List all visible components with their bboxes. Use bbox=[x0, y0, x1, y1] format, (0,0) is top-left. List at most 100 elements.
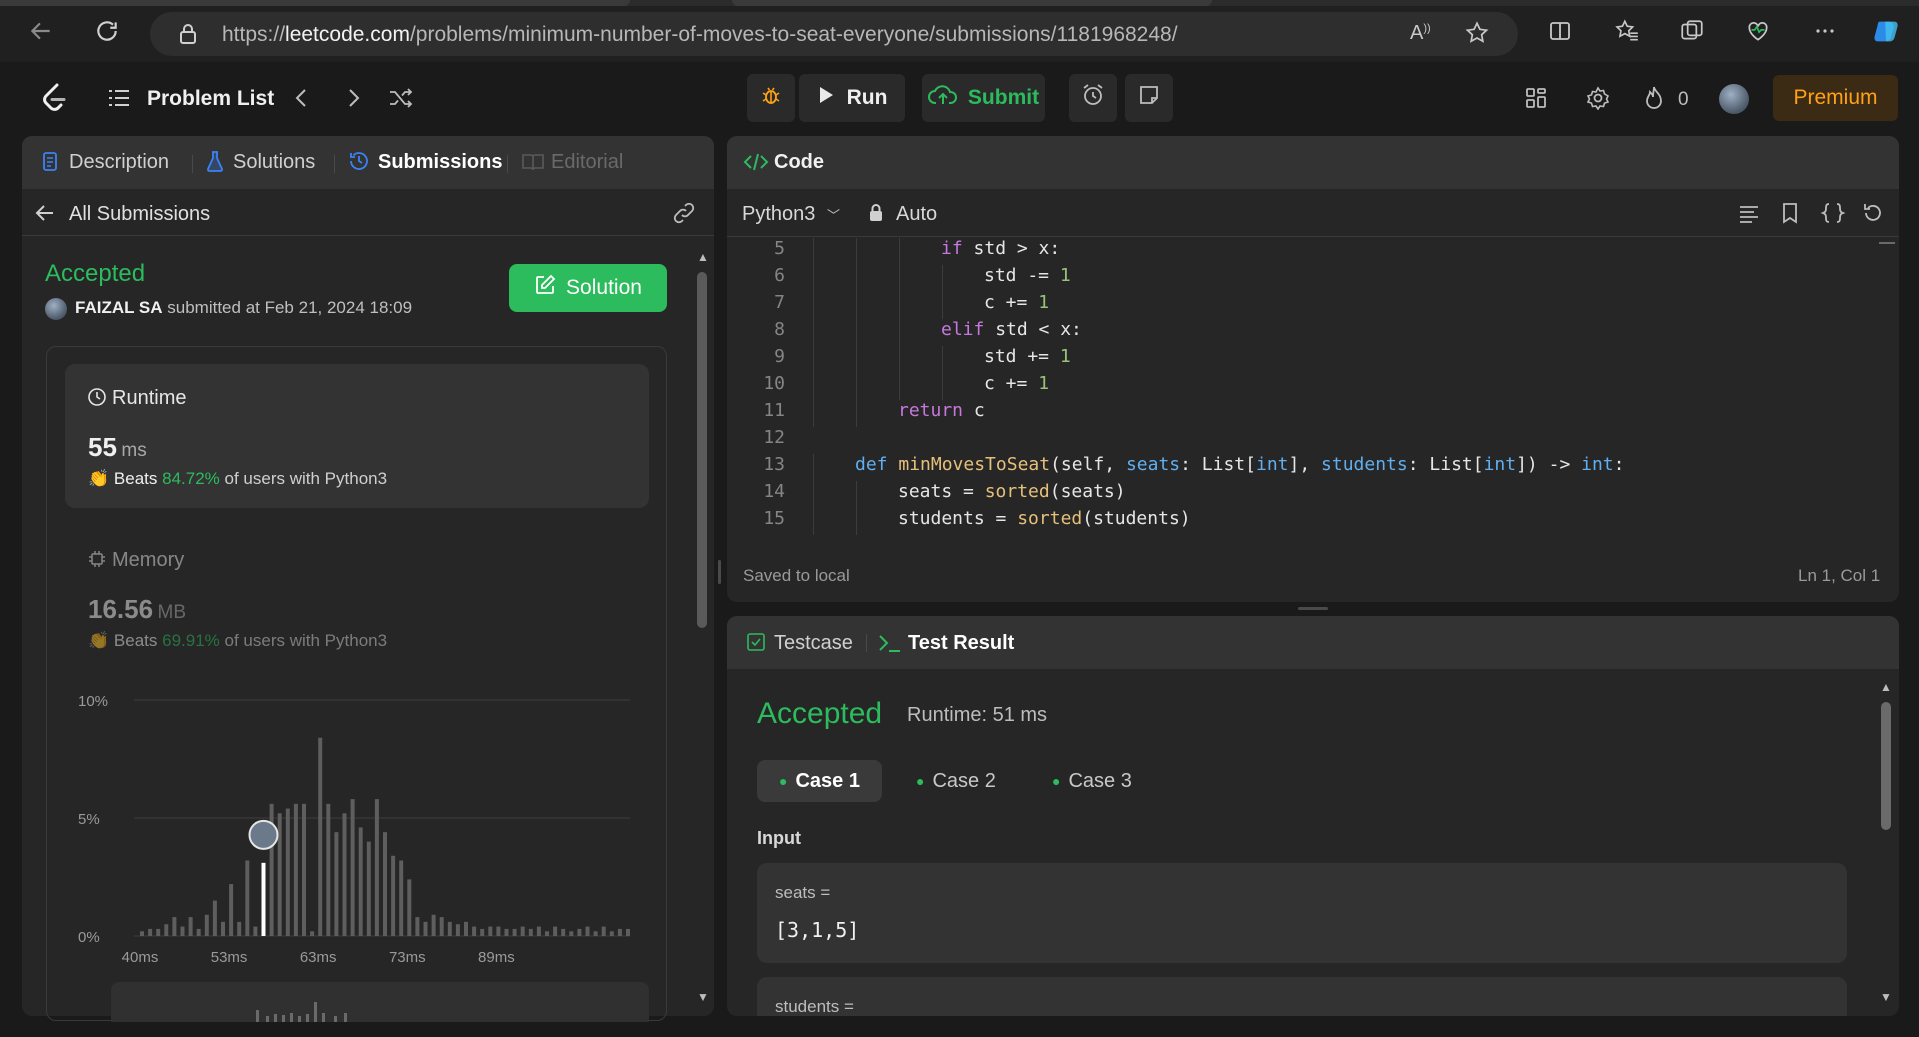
chart-bar[interactable] bbox=[504, 928, 509, 936]
chart-bar[interactable] bbox=[326, 803, 331, 936]
chart-bar[interactable] bbox=[455, 924, 460, 936]
tab-editorial[interactable]: Editorial bbox=[551, 151, 623, 174]
run-button[interactable]: Run bbox=[799, 74, 905, 122]
chart-bar[interactable] bbox=[488, 926, 493, 936]
chart-bar[interactable] bbox=[164, 924, 169, 936]
chart-bar[interactable] bbox=[358, 827, 363, 936]
layout-grid-icon[interactable] bbox=[1524, 86, 1548, 115]
test-panel-scrollbar[interactable] bbox=[1881, 702, 1891, 830]
chart-bar[interactable] bbox=[156, 928, 161, 936]
browser-essentials-icon[interactable] bbox=[1743, 16, 1773, 46]
chart-bar[interactable] bbox=[318, 737, 323, 936]
next-problem-icon[interactable] bbox=[343, 86, 363, 115]
address-bar[interactable]: https://leetcode.com/problems/minimum-nu… bbox=[150, 12, 1518, 56]
chart-bar[interactable] bbox=[480, 928, 485, 936]
chart-bar[interactable] bbox=[496, 926, 501, 936]
chart-bar[interactable] bbox=[180, 926, 185, 936]
leetcode-logo-icon[interactable] bbox=[40, 82, 68, 119]
horizontal-resize-handle[interactable] bbox=[1298, 607, 1328, 610]
copilot-icon[interactable] bbox=[1872, 16, 1902, 46]
chart-bar[interactable] bbox=[447, 921, 452, 936]
chart-bar[interactable] bbox=[140, 931, 144, 936]
chart-bar[interactable] bbox=[569, 931, 574, 936]
problem-list-link[interactable]: Problem List bbox=[147, 87, 274, 111]
chart-bar[interactable] bbox=[293, 803, 298, 936]
reset-code-icon[interactable] bbox=[1862, 202, 1884, 229]
chart-bar[interactable] bbox=[204, 914, 209, 936]
timer-button[interactable] bbox=[1069, 74, 1117, 122]
chart-bar[interactable] bbox=[342, 813, 347, 936]
chart-bar[interactable] bbox=[536, 926, 541, 936]
bookmark-icon[interactable] bbox=[1781, 202, 1799, 229]
chart-bar[interactable] bbox=[561, 928, 566, 936]
tab-test-result[interactable]: Test Result bbox=[908, 632, 1014, 655]
notes-button[interactable] bbox=[1125, 74, 1173, 122]
chart-bar[interactable] bbox=[366, 841, 371, 936]
scroll-up-icon[interactable]: ▲ bbox=[697, 250, 709, 264]
scroll-down-icon[interactable]: ▼ bbox=[697, 990, 709, 1004]
chart-bar[interactable] bbox=[188, 917, 193, 936]
settings-gear-icon[interactable] bbox=[1586, 86, 1610, 115]
chart-bar[interactable] bbox=[196, 928, 201, 936]
format-lines-icon[interactable] bbox=[1738, 202, 1760, 229]
chart-bar[interactable] bbox=[229, 884, 234, 936]
lock-icon[interactable] bbox=[178, 23, 198, 50]
streak-flame-icon[interactable] bbox=[1643, 85, 1665, 116]
chart-bar[interactable] bbox=[277, 813, 282, 936]
problem-list-icon[interactable] bbox=[108, 88, 130, 113]
refresh-icon[interactable] bbox=[92, 16, 122, 46]
chart-bar[interactable] bbox=[593, 931, 598, 936]
back-icon[interactable] bbox=[26, 16, 56, 46]
favorites-icon[interactable] bbox=[1612, 16, 1642, 46]
scroll-down-icon[interactable]: ▼ bbox=[1880, 990, 1892, 1004]
read-aloud-icon[interactable]: A)) bbox=[1410, 22, 1431, 45]
mini-overview-chart[interactable] bbox=[111, 982, 649, 1022]
chart-bar[interactable] bbox=[520, 926, 525, 936]
chart-bar[interactable] bbox=[553, 926, 558, 936]
chart-bar[interactable] bbox=[245, 860, 250, 936]
chart-bar[interactable] bbox=[626, 928, 630, 936]
seats-value[interactable]: [3,1,5] bbox=[775, 918, 859, 942]
chart-bar[interactable] bbox=[148, 928, 153, 936]
split-screen-icon[interactable] bbox=[1545, 16, 1575, 46]
chart-bar[interactable] bbox=[472, 926, 477, 936]
chart-bar[interactable] bbox=[285, 808, 290, 936]
chart-bar[interactable] bbox=[512, 928, 517, 936]
chart-bar[interactable] bbox=[423, 921, 428, 936]
collections-icon[interactable] bbox=[1677, 16, 1707, 46]
chart-bar[interactable] bbox=[464, 921, 468, 936]
language-select[interactable]: Python3 ﹀ bbox=[742, 203, 840, 226]
chart-bar[interactable] bbox=[431, 914, 436, 936]
chart-bar[interactable] bbox=[172, 917, 177, 936]
chart-bar[interactable] bbox=[585, 926, 590, 936]
chart-bar[interactable] bbox=[545, 931, 549, 936]
chart-bar[interactable] bbox=[415, 917, 420, 936]
chart-bar[interactable] bbox=[439, 917, 444, 936]
tab-description[interactable]: Description bbox=[69, 151, 169, 174]
more-menu-icon[interactable] bbox=[1810, 16, 1840, 46]
chart-bar[interactable] bbox=[528, 928, 533, 936]
chart-bar[interactable] bbox=[383, 832, 387, 936]
chart-bar[interactable] bbox=[577, 928, 582, 936]
chart-bar[interactable] bbox=[601, 926, 606, 936]
chart-bar[interactable] bbox=[237, 921, 242, 936]
user-avatar[interactable] bbox=[1719, 84, 1749, 114]
chart-bar[interactable] bbox=[334, 832, 339, 936]
scroll-up-icon[interactable]: ▲ bbox=[1880, 680, 1892, 694]
runtime-distribution-chart[interactable]: 10% 5% 0% 40ms 53ms 63ms 73ms 89ms bbox=[70, 680, 640, 980]
tab-solutions[interactable]: Solutions bbox=[233, 151, 315, 174]
back-arrow-icon[interactable] bbox=[34, 202, 56, 229]
submitter-avatar[interactable] bbox=[45, 298, 67, 320]
premium-button[interactable]: Premium bbox=[1773, 75, 1898, 121]
chart-bar[interactable] bbox=[310, 931, 315, 936]
left-panel-scrollbar[interactable] bbox=[697, 272, 707, 628]
solution-button[interactable]: Solution bbox=[509, 264, 667, 312]
prev-problem-icon[interactable] bbox=[292, 86, 312, 115]
submit-button[interactable]: Submit bbox=[922, 74, 1045, 122]
all-submissions-link[interactable]: All Submissions bbox=[69, 203, 210, 226]
chart-bar[interactable] bbox=[399, 860, 404, 936]
tab-submissions[interactable]: Submissions bbox=[378, 151, 502, 174]
chart-bar[interactable] bbox=[617, 928, 622, 936]
url-text[interactable]: https://leetcode.com/problems/minimum-nu… bbox=[222, 23, 1178, 47]
chart-bar-highlight[interactable] bbox=[261, 862, 266, 936]
